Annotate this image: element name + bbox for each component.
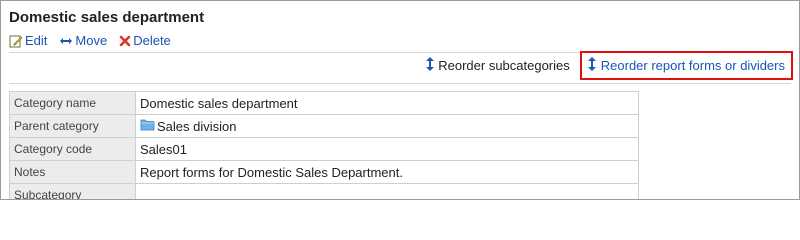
row-label: Parent category: [9, 114, 136, 138]
row-label: Notes: [9, 160, 136, 184]
vertical-arrows-icon: [587, 57, 596, 74]
row-label: Subcategory: [9, 183, 136, 199]
action-toolbar: Edit Move Delete: [9, 33, 171, 48]
table-row: Notes Report forms for Domestic Sales De…: [9, 160, 639, 184]
row-value: [135, 183, 639, 199]
delete-x-icon: [119, 35, 131, 47]
folder-icon: [140, 118, 155, 134]
parent-category-link[interactable]: Sales division: [140, 118, 237, 134]
divider: [9, 83, 791, 84]
row-value-cell: Sales division: [135, 114, 639, 138]
table-row: Subcategory: [9, 183, 639, 199]
row-value: Sales division: [157, 118, 237, 134]
table-row: Category name Domestic sales department: [9, 91, 639, 115]
table-row: Category code Sales01: [9, 137, 639, 161]
move-arrows-icon: [59, 35, 73, 47]
vertical-arrows-icon: [426, 57, 435, 74]
row-label: Category name: [9, 91, 136, 115]
table-row: Parent category Sales division: [9, 114, 639, 138]
category-details-panel: Domestic sales department Edit Move Dele…: [0, 0, 800, 200]
reorder-subcategories: Reorder subcategories: [426, 57, 570, 74]
row-value: Report forms for Domestic Sales Departme…: [135, 160, 639, 184]
reorder-subcategories-label: Reorder subcategories: [438, 58, 570, 73]
row-value: Domestic sales department: [135, 91, 639, 115]
row-label: Category code: [9, 137, 136, 161]
delete-label: Delete: [133, 33, 171, 48]
move-label: Move: [75, 33, 108, 48]
delete-button[interactable]: Delete: [119, 33, 171, 48]
move-button[interactable]: Move: [59, 33, 107, 48]
reorder-forms-link[interactable]: Reorder report forms or dividers: [579, 51, 793, 80]
reorder-bar: Reorder subcategories Reorder report for…: [426, 51, 793, 80]
edit-label: Edit: [25, 33, 48, 48]
category-info-table: Category name Domestic sales department …: [9, 91, 639, 199]
edit-button[interactable]: Edit: [9, 33, 47, 48]
page-title: Domestic sales department: [9, 9, 205, 26]
reorder-forms-label: Reorder report forms or dividers: [600, 58, 785, 73]
row-value: Sales01: [135, 137, 639, 161]
pencil-icon: [9, 34, 23, 48]
